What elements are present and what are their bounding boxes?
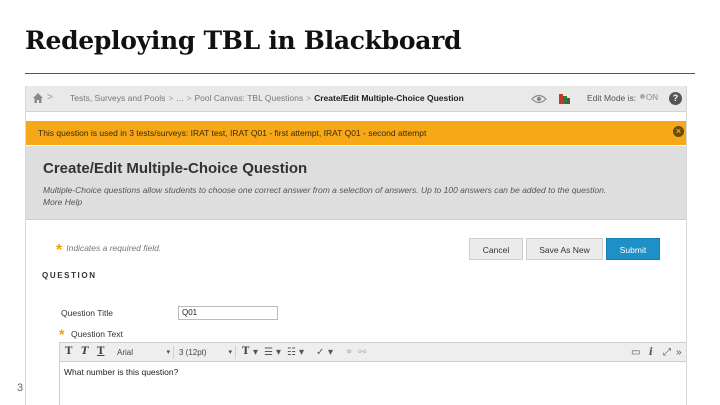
breadcrumb-item-pool-canvas[interactable]: Pool Canvas: TBL Questions — [194, 93, 303, 103]
link-icon[interactable]: ⚭ — [345, 347, 353, 359]
editor-toolbar: T T T Arial ▾ 3 (12pt) ▾ T ▾ ☰ ▾ ☷ ▾ ✓ ▾… — [59, 342, 686, 362]
student-preview-icon[interactable] — [559, 93, 570, 104]
title-divider — [25, 73, 695, 74]
font-family-value: Arial — [117, 348, 134, 357]
font-size-value: 3 (12pt) — [179, 348, 207, 357]
breadcrumb-separator: > — [306, 93, 312, 103]
warning-text: This question is used in 3 tests/surveys… — [38, 128, 427, 138]
unlink-icon[interactable]: ⚯ — [358, 347, 366, 359]
required-note-text: Indicates a required field. — [66, 243, 162, 253]
text-format-icon[interactable]: T — [65, 346, 72, 357]
edit-mode-label: Edit Mode is: — [587, 93, 637, 103]
breadcrumb-separator: > — [186, 93, 192, 103]
page-header-panel: Create/Edit Multiple-Choice Question Mul… — [26, 146, 686, 220]
breadcrumb: Tests, Surveys and Pools >... > Pool Canvas… — [70, 93, 464, 103]
close-icon[interactable]: × — [673, 126, 684, 137]
required-star: * — [56, 242, 63, 259]
page-description: Multiple-Choice questions allow students… — [43, 184, 683, 208]
submit-button[interactable]: Submit — [606, 238, 660, 260]
slide-page-number: 3 — [17, 382, 24, 394]
breadcrumb-item-tests[interactable]: Tests, Surveys and Pools — [70, 93, 165, 103]
question-text-editor[interactable]: What number is this question? — [59, 362, 686, 405]
section-heading-question: QUESTION — [42, 271, 97, 280]
font-family-select[interactable]: Arial ▾ — [114, 346, 174, 359]
more-help-link[interactable]: More Help — [43, 196, 683, 208]
page-title: Create/Edit Multiple-Choice Question — [43, 160, 308, 177]
required-field-note: * Indicates a required field. — [56, 242, 161, 260]
edit-mode-toggle[interactable]: ON — [640, 93, 658, 102]
font-size-select[interactable]: 3 (12pt) ▾ — [176, 346, 236, 359]
preview-icon[interactable]: ▭ — [631, 347, 640, 359]
breadcrumb-current: Create/Edit Multiple-Choice Question — [314, 93, 464, 103]
chevron-down-icon: ▾ — [228, 349, 232, 356]
save-as-new-button[interactable]: Save As New — [526, 238, 603, 260]
breadcrumb-separator: > — [47, 92, 53, 103]
spellcheck-icon[interactable]: ✓ — [316, 347, 324, 359]
chevron-down-icon[interactable]: ▾ — [253, 347, 258, 359]
breadcrumb-bar: > Tests, Surveys and Pools >... > Pool Canv… — [26, 86, 686, 112]
list-numbered-icon[interactable]: ☷ — [287, 347, 296, 359]
question-title-input[interactable]: Q01 — [178, 306, 278, 320]
page-description-text: Multiple-Choice questions allow students… — [43, 185, 607, 195]
cancel-button[interactable]: Cancel — [469, 238, 523, 260]
slide-title: Redeploying TBL in Blackboard — [25, 26, 462, 55]
format-text-icon[interactable]: T — [242, 346, 249, 357]
collapse-icon[interactable]: » — [676, 347, 682, 359]
blackboard-screenshot: > Tests, Surveys and Pools >... > Pool Canv… — [25, 86, 687, 405]
fullscreen-icon[interactable]: ⤢ — [663, 347, 671, 359]
question-text-label: Question Text — [71, 329, 123, 339]
warning-banner: This question is used in 3 tests/surveys… — [26, 121, 686, 145]
breadcrumb-separator: > — [168, 93, 174, 103]
question-text-value: What number is this question? — [64, 367, 179, 377]
chevron-down-icon[interactable]: ▾ — [328, 347, 333, 359]
chevron-down-icon[interactable]: ▾ — [276, 347, 281, 359]
chevron-down-icon[interactable]: ▾ — [299, 347, 304, 359]
chevron-down-icon: ▾ — [166, 349, 170, 356]
required-star: * — [59, 326, 65, 342]
text-italic-icon[interactable]: T — [81, 346, 88, 357]
text-underline-icon[interactable]: T — [97, 346, 104, 357]
list-bulleted-icon[interactable]: ☰ — [264, 347, 273, 359]
help-icon[interactable]: ? — [669, 92, 682, 105]
info-icon[interactable]: i — [649, 347, 653, 359]
eye-icon[interactable] — [531, 93, 547, 105]
home-icon[interactable] — [32, 92, 44, 104]
question-title-label: Question Title — [61, 308, 113, 318]
breadcrumb-item-ellipsis[interactable]: ... — [176, 93, 183, 103]
